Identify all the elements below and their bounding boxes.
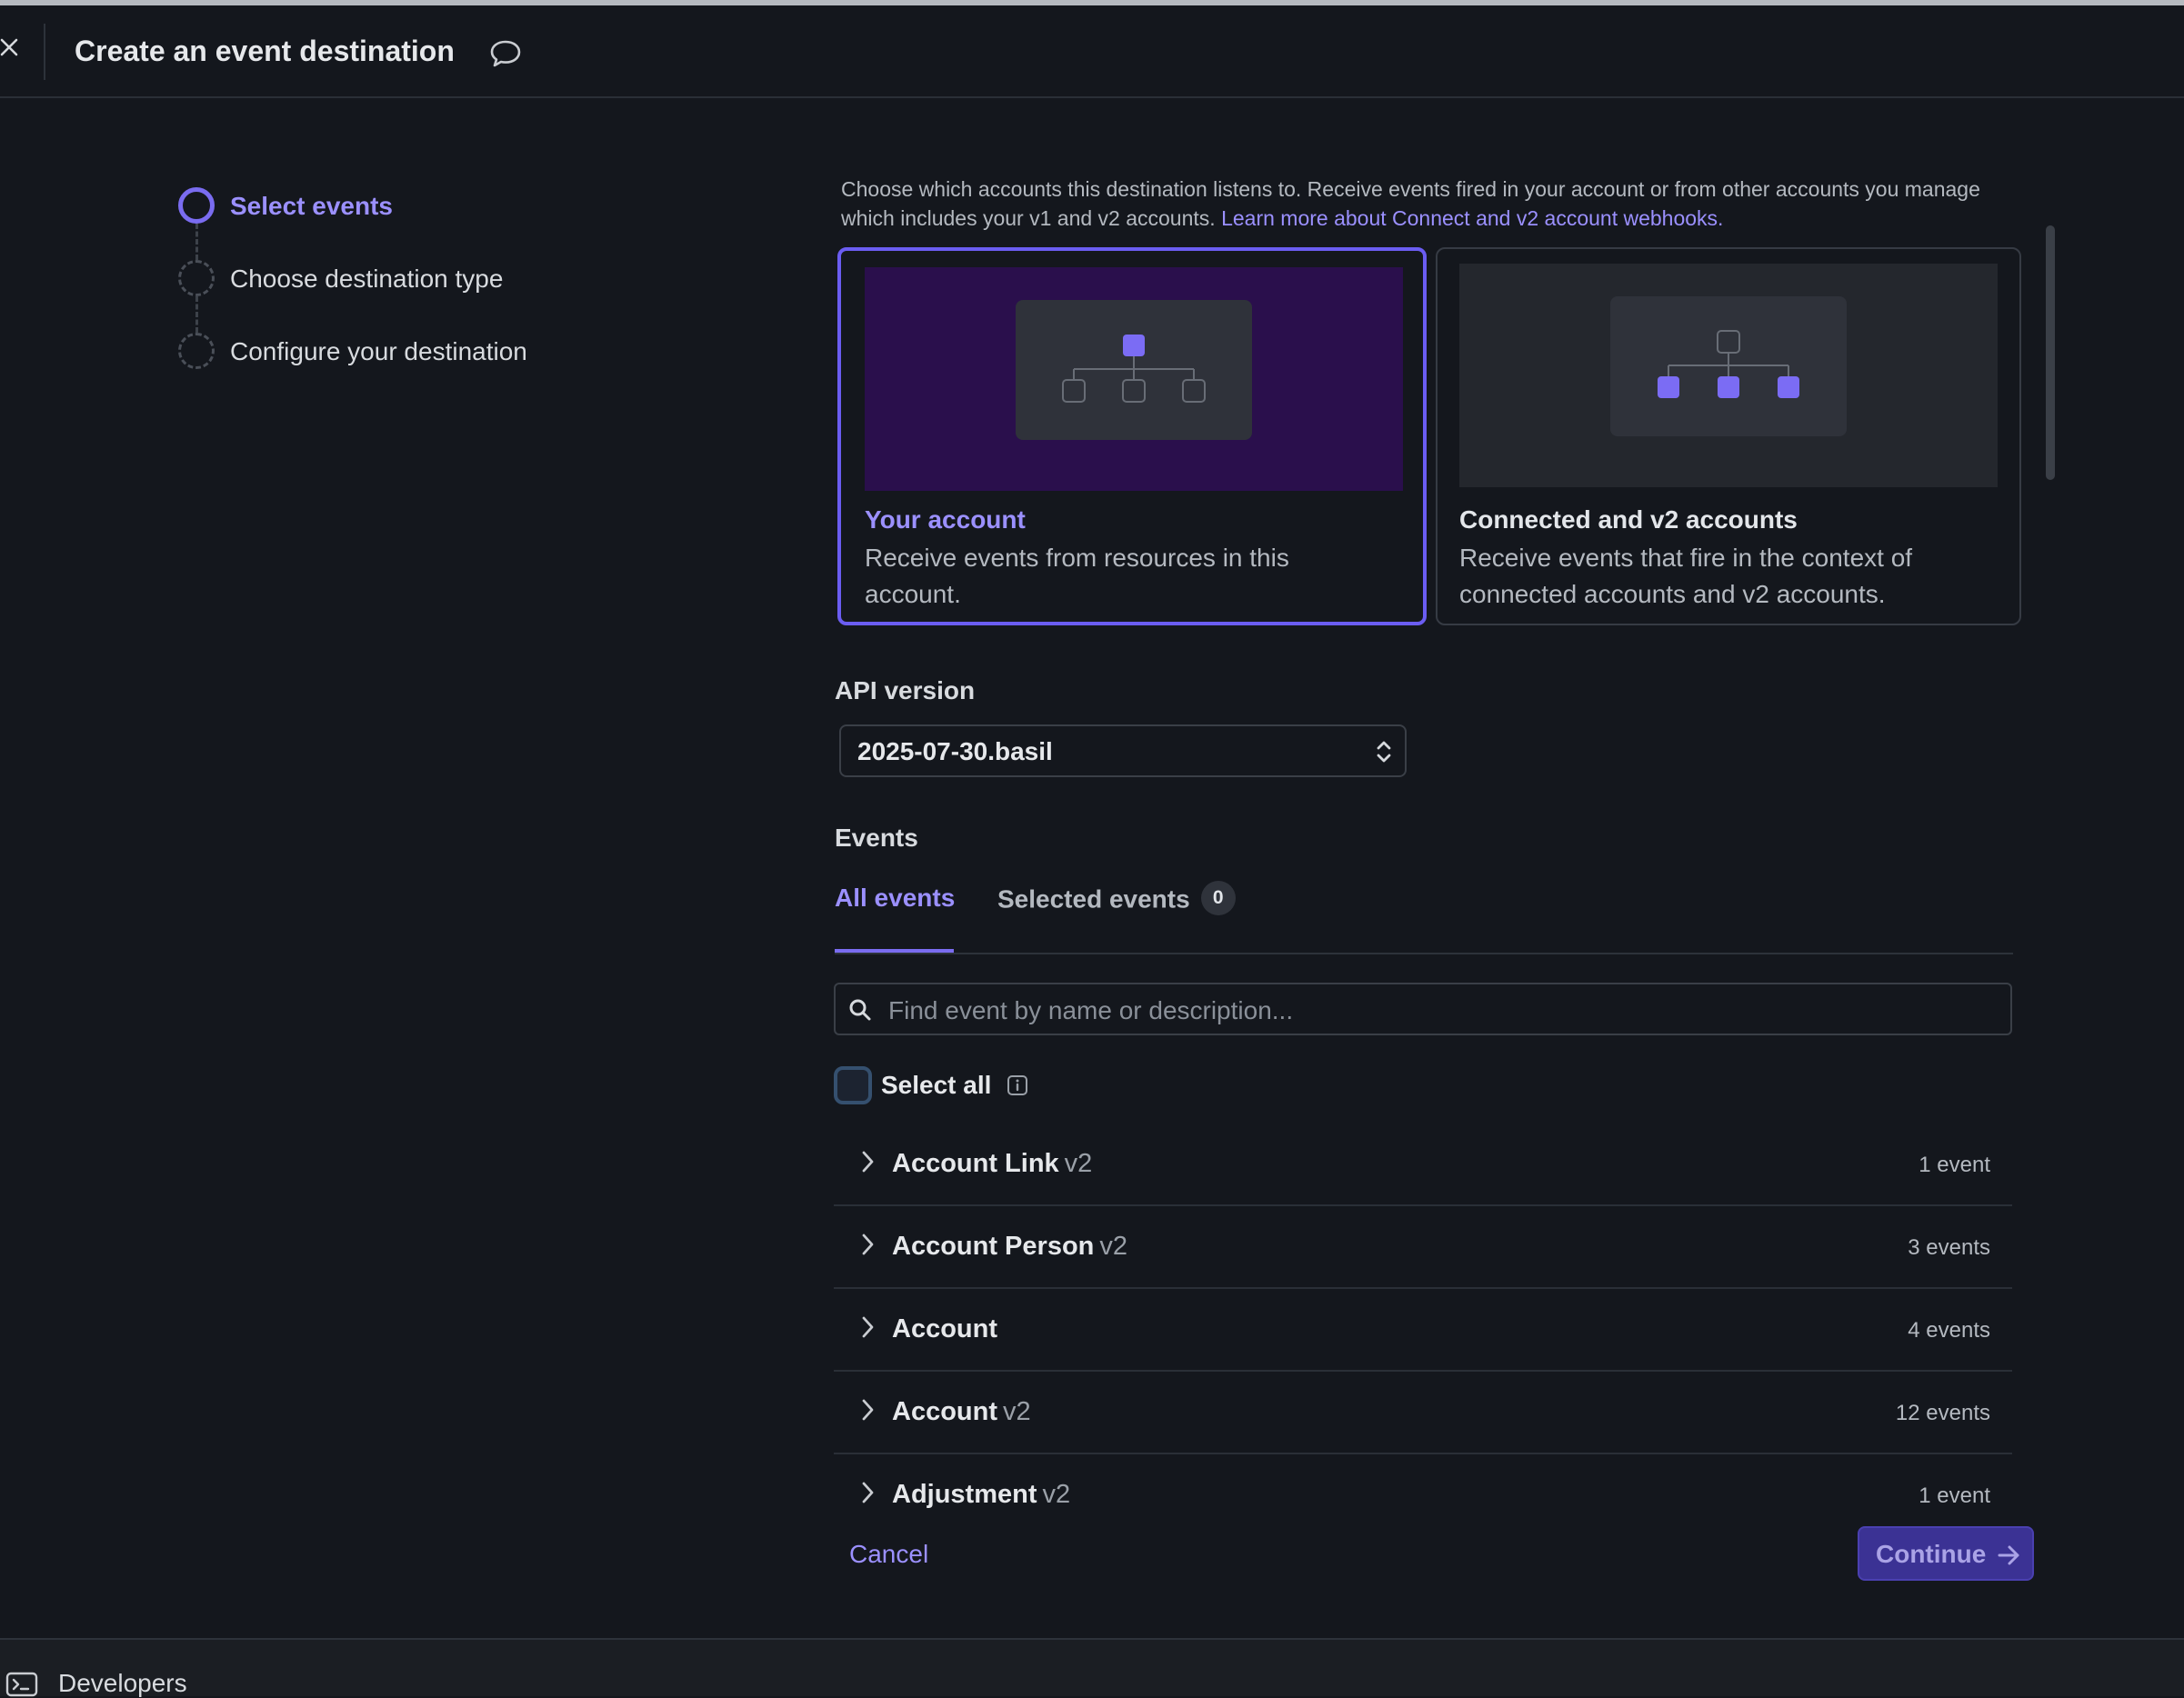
tab-selected-events[interactable]: Selected events 0 (997, 881, 1236, 918)
card-illustration (1459, 264, 1998, 487)
event-group-row[interactable]: Account Link v2 1 event (834, 1124, 2012, 1206)
chevron-right-icon (862, 1482, 874, 1503)
step-configure-destination: Configure your destination (178, 333, 651, 369)
chat-bubble-icon (490, 40, 521, 67)
chevron-right-icon (862, 1151, 874, 1173)
card-description: Receive events from resources in this ac… (865, 544, 1289, 608)
select-all-label[interactable]: Select all (881, 1071, 991, 1100)
card-title: Connected and v2 accounts (1459, 505, 1798, 534)
account-hierarchy-icon (1062, 335, 1206, 403)
event-group-version: v2 (1003, 1397, 1031, 1426)
step-connector (195, 296, 198, 333)
event-group-name: Account Link (892, 1149, 1059, 1178)
search-icon (849, 999, 871, 1021)
event-group-name: Adjustment (892, 1480, 1037, 1509)
event-group-name: Account Person (892, 1232, 1095, 1261)
continue-button[interactable]: Continue (1858, 1526, 2034, 1581)
api-version-select[interactable]: 2025-07-30.basil (839, 724, 1407, 777)
event-group-version: v2 (1099, 1232, 1128, 1261)
card-illustration (865, 267, 1403, 491)
step-label: Select events (230, 192, 393, 220)
terminal-icon (5, 1672, 38, 1697)
chevron-right-icon (862, 1399, 874, 1421)
learn-more-link[interactable]: Learn more about Connect and v2 account … (1221, 206, 1723, 230)
select-chevrons-icon (1377, 741, 1391, 763)
chevron-right-icon (862, 1234, 874, 1255)
api-version-value: 2025-07-30.basil (857, 737, 1053, 765)
connected-v2-accounts-card[interactable]: Connected and v2 accounts Receive events… (1436, 247, 2021, 625)
event-group-name: Account (892, 1397, 997, 1426)
developers-footer-bar[interactable]: Developers (0, 1638, 2184, 1697)
event-group-count: 4 events (1908, 1318, 1990, 1343)
event-group-name: Account (892, 1314, 997, 1343)
event-group-version: v2 (1064, 1149, 1093, 1178)
step-connector (195, 224, 198, 260)
select-all-checkbox[interactable] (834, 1066, 872, 1104)
developers-label: Developers (58, 1669, 187, 1697)
continue-label: Continue (1876, 1540, 1987, 1568)
search-input[interactable] (887, 994, 1981, 1028)
event-group-row[interactable]: Account Person v2 3 events (834, 1206, 2012, 1289)
event-group-row[interactable]: Account v2 12 events (834, 1372, 2012, 1454)
card-description: Receive events that fire in the context … (1459, 544, 1913, 608)
step-pending-circle-icon (178, 333, 215, 369)
connected-accounts-hierarchy-icon (1658, 330, 1799, 398)
tab-label: All events (835, 884, 956, 912)
cancel-button[interactable]: Cancel (849, 1540, 928, 1569)
events-heading: Events (835, 824, 918, 852)
selected-count-badge: 0 (1200, 881, 1236, 915)
tab-label: Selected events (997, 884, 1190, 914)
event-group-version: v2 (1042, 1480, 1071, 1509)
event-group-count: 1 event (1919, 1483, 1990, 1508)
your-account-card[interactable]: Your account Receive events from resourc… (837, 247, 1427, 625)
tab-all-events[interactable]: All events (835, 884, 955, 913)
event-group-count: 3 events (1908, 1235, 1990, 1260)
scrollbar-thumb[interactable] (2046, 225, 2055, 480)
step-pending-circle-icon (178, 260, 215, 296)
info-icon (1007, 1075, 1027, 1095)
step-active-circle-icon (178, 187, 215, 224)
step-label: Configure your destination (230, 337, 527, 365)
event-group-count: 1 event (1919, 1153, 1990, 1177)
chevron-right-icon (862, 1316, 874, 1338)
page-title: Create an event destination (75, 35, 455, 67)
event-group-list: Account Link v2 1 event Account Person v2 … (834, 1124, 2012, 1535)
event-search-field[interactable] (834, 983, 2012, 1035)
step-label: Choose destination type (230, 265, 504, 293)
arrow-right-icon (1998, 1545, 2019, 1565)
account-scope-description: Choose which accounts this destination l… (841, 175, 2023, 233)
active-tab-indicator (835, 949, 954, 953)
step-select-events[interactable]: Select events (178, 187, 651, 224)
events-tabs: All events Selected events 0 (835, 881, 2013, 954)
header-bar: Create an event destination (0, 5, 2184, 98)
feedback-button[interactable] (489, 38, 522, 69)
close-button[interactable] (0, 38, 20, 58)
event-group-row[interactable]: Account 4 events (834, 1289, 2012, 1372)
event-group-row[interactable]: Adjustment v2 1 event (834, 1454, 2012, 1535)
close-icon (0, 38, 18, 56)
api-version-label: API version (835, 676, 976, 704)
header-divider (44, 24, 45, 80)
card-title: Your account (865, 505, 1026, 534)
event-group-count: 12 events (1895, 1401, 1990, 1425)
step-choose-destination-type: Choose destination type (178, 260, 651, 296)
